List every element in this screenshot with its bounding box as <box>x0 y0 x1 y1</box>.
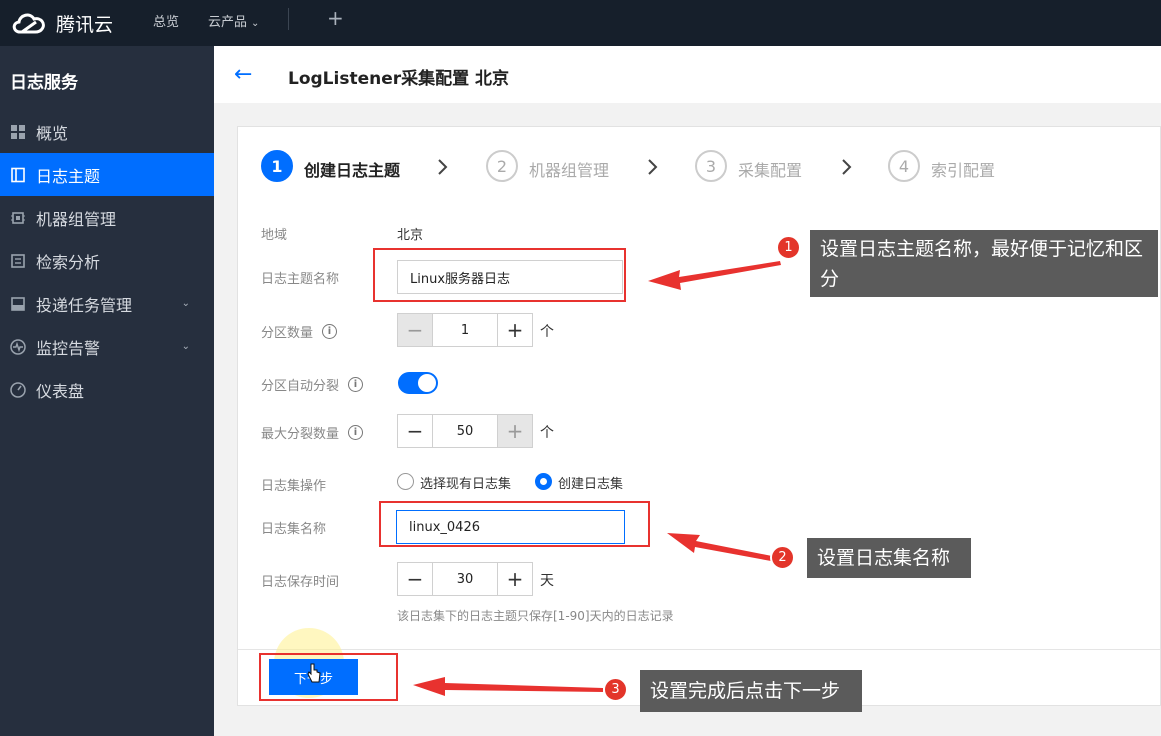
annotation-box-next-button <box>259 653 398 701</box>
max-split-stepper: − 50 + <box>397 414 533 448</box>
chevron-right-icon <box>438 159 448 175</box>
annotation-box-logset-name <box>379 501 650 547</box>
gauge-icon <box>10 381 26 398</box>
chevron-down-icon: ⌄ <box>181 341 190 352</box>
info-icon[interactable]: i <box>322 324 338 339</box>
increment-button[interactable]: + <box>498 415 532 447</box>
step-4-label: 索引配置 <box>931 161 996 180</box>
step-4-number: 4 <box>888 150 920 182</box>
logo-text: 腾讯云 <box>56 13 114 36</box>
inbox-icon <box>10 296 26 312</box>
sidebar-item-log-topic[interactable]: 日志主题 <box>0 153 214 196</box>
increment-button[interactable]: + <box>498 563 532 595</box>
sidebar-item-delivery-tasks[interactable]: 投递任务管理 ⌄ <box>0 282 214 325</box>
step-1-label: 创建日志主题 <box>304 161 401 180</box>
sidebar-item-label: 日志主题 <box>36 166 101 186</box>
auto-split-toggle[interactable] <box>398 372 438 394</box>
auto-split-label-text: 分区自动分裂 <box>261 379 340 394</box>
auto-split-label: 分区自动分裂 i <box>261 375 364 394</box>
step-2-number: 2 <box>486 150 518 182</box>
retention-hint: 该日志集下的日志主题只保存[1-90]天内的日志记录 <box>397 609 674 623</box>
increment-button[interactable]: + <box>498 314 532 346</box>
logset-name-label: 日志集名称 <box>261 522 327 537</box>
back-arrow-icon[interactable]: ← <box>234 62 252 87</box>
grid-icon <box>10 124 26 140</box>
radio-existing-logset[interactable] <box>397 473 414 490</box>
sidebar-item-label: 机器组管理 <box>36 209 117 229</box>
step-2-label: 机器组管理 <box>529 161 610 180</box>
radio-existing-logset-label[interactable]: 选择现有日志集 <box>420 473 511 492</box>
nav-products[interactable]: 云产品 ⌄ <box>208 11 259 30</box>
page-title: LogListener采集配置 北京 <box>288 69 510 89</box>
chevron-down-icon: ⌄ <box>251 18 260 29</box>
max-split-value[interactable]: 50 <box>432 415 498 447</box>
annotation-badge-1: 1 <box>776 235 801 260</box>
partition-count-label: 分区数量 i <box>261 322 338 341</box>
step-3-number: 3 <box>695 150 727 182</box>
retention-stepper: − 30 + <box>397 562 533 596</box>
step-1-number: 1 <box>261 150 293 182</box>
document-icon <box>10 167 26 183</box>
partition-count-label-text: 分区数量 <box>261 326 314 341</box>
retention-unit: 天 <box>540 573 554 589</box>
info-icon[interactable]: i <box>348 425 364 440</box>
divider <box>288 8 289 30</box>
sidebar-item-machine-group[interactable]: 机器组管理 <box>0 196 214 239</box>
topic-name-label: 日志主题名称 <box>261 272 340 287</box>
footer-divider <box>238 649 1160 650</box>
step-3-label: 采集配置 <box>738 161 803 180</box>
cloud-logo-icon <box>12 13 45 34</box>
chevron-right-icon <box>842 159 852 175</box>
sidebar-item-label: 仪表盘 <box>36 381 85 401</box>
radio-create-logset-label[interactable]: 创建日志集 <box>558 473 623 492</box>
max-split-unit: 个 <box>540 425 554 441</box>
sidebar: 日志服务 概览 日志主题 机器组管理 检索分析 投递任务管理 ⌄ 监控告警 ⌄ … <box>0 46 214 736</box>
region-label: 地域 <box>261 228 288 243</box>
sidebar-item-dashboard[interactable]: 仪表盘 <box>0 368 214 411</box>
nav-overview[interactable]: 总览 <box>153 11 179 30</box>
nav-products-label: 云产品 <box>208 15 248 30</box>
chip-icon <box>10 210 26 226</box>
decrement-button[interactable]: − <box>398 314 432 346</box>
region-value: 北京 <box>397 228 424 243</box>
annotation-badge-2: 2 <box>770 545 795 570</box>
radio-create-logset[interactable] <box>535 473 552 490</box>
sidebar-item-overview[interactable]: 概览 <box>0 110 214 153</box>
partition-unit: 个 <box>540 324 554 340</box>
annotation-callout-3: 设置完成后点击下一步 <box>640 670 862 712</box>
list-icon <box>10 253 26 269</box>
sidebar-item-search-analysis[interactable]: 检索分析 <box>0 239 214 282</box>
sidebar-item-label: 投递任务管理 <box>36 295 133 315</box>
annotation-badge-3: 3 <box>603 677 628 702</box>
sidebar-item-label: 概览 <box>36 123 69 143</box>
form-card: 1 创建日志主题 2 机器组管理 3 采集配置 4 索引配置 地域 北京 日志主… <box>237 126 1161 706</box>
toggle-knob <box>418 374 436 392</box>
retention-label: 日志保存时间 <box>261 575 340 590</box>
partition-count-stepper: − 1 + <box>397 313 533 347</box>
annotation-callout-2: 设置日志集名称 <box>807 538 971 578</box>
annotation-callout-1: 设置日志主题名称，最好便于记忆和区分 <box>810 230 1158 297</box>
max-split-label-text: 最大分裂数量 <box>261 427 340 442</box>
top-navbar: 腾讯云 总览 云产品 ⌄ + <box>0 0 1161 46</box>
add-shortcut-button[interactable]: + <box>327 6 344 30</box>
chevron-down-icon: ⌄ <box>181 298 190 309</box>
partition-count-value[interactable]: 1 <box>432 314 498 346</box>
sidebar-item-label: 监控告警 <box>36 338 101 358</box>
sidebar-title: 日志服务 <box>10 73 78 93</box>
max-split-label: 最大分裂数量 i <box>261 423 364 442</box>
tencent-cloud-logo[interactable]: 腾讯云 <box>10 10 113 37</box>
chevron-right-icon <box>648 159 658 175</box>
pulse-icon <box>10 338 26 355</box>
logset-op-label: 日志集操作 <box>261 479 327 494</box>
sidebar-item-monitoring[interactable]: 监控告警 ⌄ <box>0 325 214 368</box>
info-icon[interactable]: i <box>348 377 364 392</box>
sidebar-item-label: 检索分析 <box>36 252 101 272</box>
annotation-box-topic-name <box>373 248 626 302</box>
page-header: ← LogListener采集配置 北京 <box>214 46 1161 103</box>
decrement-button[interactable]: − <box>398 415 432 447</box>
retention-value[interactable]: 30 <box>432 563 498 595</box>
decrement-button[interactable]: − <box>398 563 432 595</box>
